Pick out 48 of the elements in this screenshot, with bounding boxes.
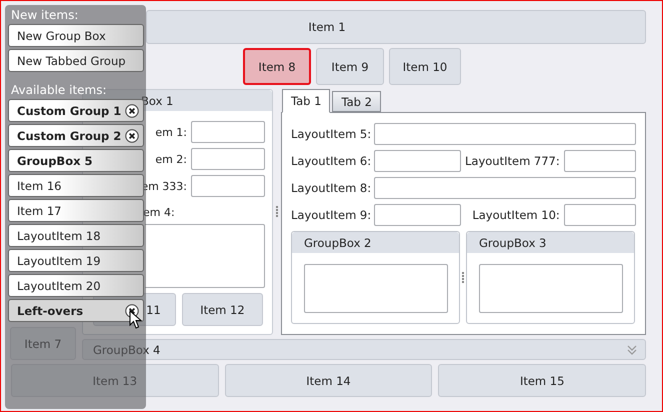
field-label: LayoutItem 9:	[291, 208, 372, 222]
field-label: LayoutItem 10:	[472, 208, 560, 222]
field-label: LayoutItem 777:	[465, 154, 560, 168]
item-button[interactable]: Item 10	[389, 48, 461, 85]
item-button[interactable]: Item 12	[182, 293, 263, 326]
remove-icon[interactable]	[125, 128, 139, 142]
panel-list-item[interactable]: LayoutItem 19	[8, 249, 144, 272]
panel-list-item[interactable]: Custom Group 2	[8, 124, 144, 147]
text-area[interactable]	[304, 264, 448, 313]
input-field[interactable]	[374, 150, 461, 172]
field-label: em 1:	[155, 126, 187, 138]
panel-list-item[interactable]: Item 16	[8, 174, 144, 197]
field-label: LayoutItem 8:	[291, 181, 372, 195]
input-field[interactable]	[374, 204, 461, 226]
field-label: em 4:	[143, 206, 175, 219]
tab[interactable]: Tab 1	[282, 89, 330, 113]
panel-list-item[interactable]: Custom Group 1	[8, 99, 144, 122]
remove-icon[interactable]	[125, 104, 139, 118]
panel-list-item[interactable]: LayoutItem 18	[8, 224, 144, 247]
field-label: LayoutItem 6:	[291, 154, 372, 168]
panel-list-item[interactable]: GroupBox 5	[8, 149, 144, 172]
group-box-title: GroupBox 2	[304, 236, 372, 250]
input-field[interactable]	[564, 204, 636, 226]
item-button[interactable]: Item 15	[438, 364, 646, 397]
input-field[interactable]	[564, 150, 636, 172]
panel-list-item[interactable]: New Group Box	[8, 24, 144, 47]
item-button[interactable]: Item 1	[146, 10, 646, 44]
tab[interactable]: Tab 2	[332, 91, 381, 112]
panel-list-item[interactable]: Item 17	[8, 199, 144, 222]
panel-list-item[interactable]: LayoutItem 20	[8, 274, 144, 297]
text-area[interactable]	[145, 224, 265, 288]
field-label: LayoutItem 5:	[291, 127, 372, 141]
panel-list-item[interactable]: New Tabbed Group	[8, 49, 144, 72]
double-chevron-down-icon[interactable]	[627, 344, 637, 354]
panel-section-title: New items:	[10, 7, 80, 24]
input-field[interactable]	[191, 121, 265, 143]
input-field[interactable]	[374, 177, 636, 199]
input-field[interactable]	[191, 175, 265, 197]
group-box-title: GroupBox 3	[479, 236, 546, 250]
input-field[interactable]	[191, 148, 265, 170]
item-button[interactable]: Item 8	[243, 48, 311, 85]
field-label: em 2:	[155, 152, 187, 166]
item-button[interactable]: Item 9	[316, 48, 384, 85]
panel-section-title: Available items:	[10, 82, 108, 99]
input-field[interactable]	[374, 123, 636, 145]
item-button[interactable]: Item 14	[224, 364, 432, 397]
text-area[interactable]	[479, 264, 623, 313]
mouse-pointer-icon	[129, 310, 142, 330]
